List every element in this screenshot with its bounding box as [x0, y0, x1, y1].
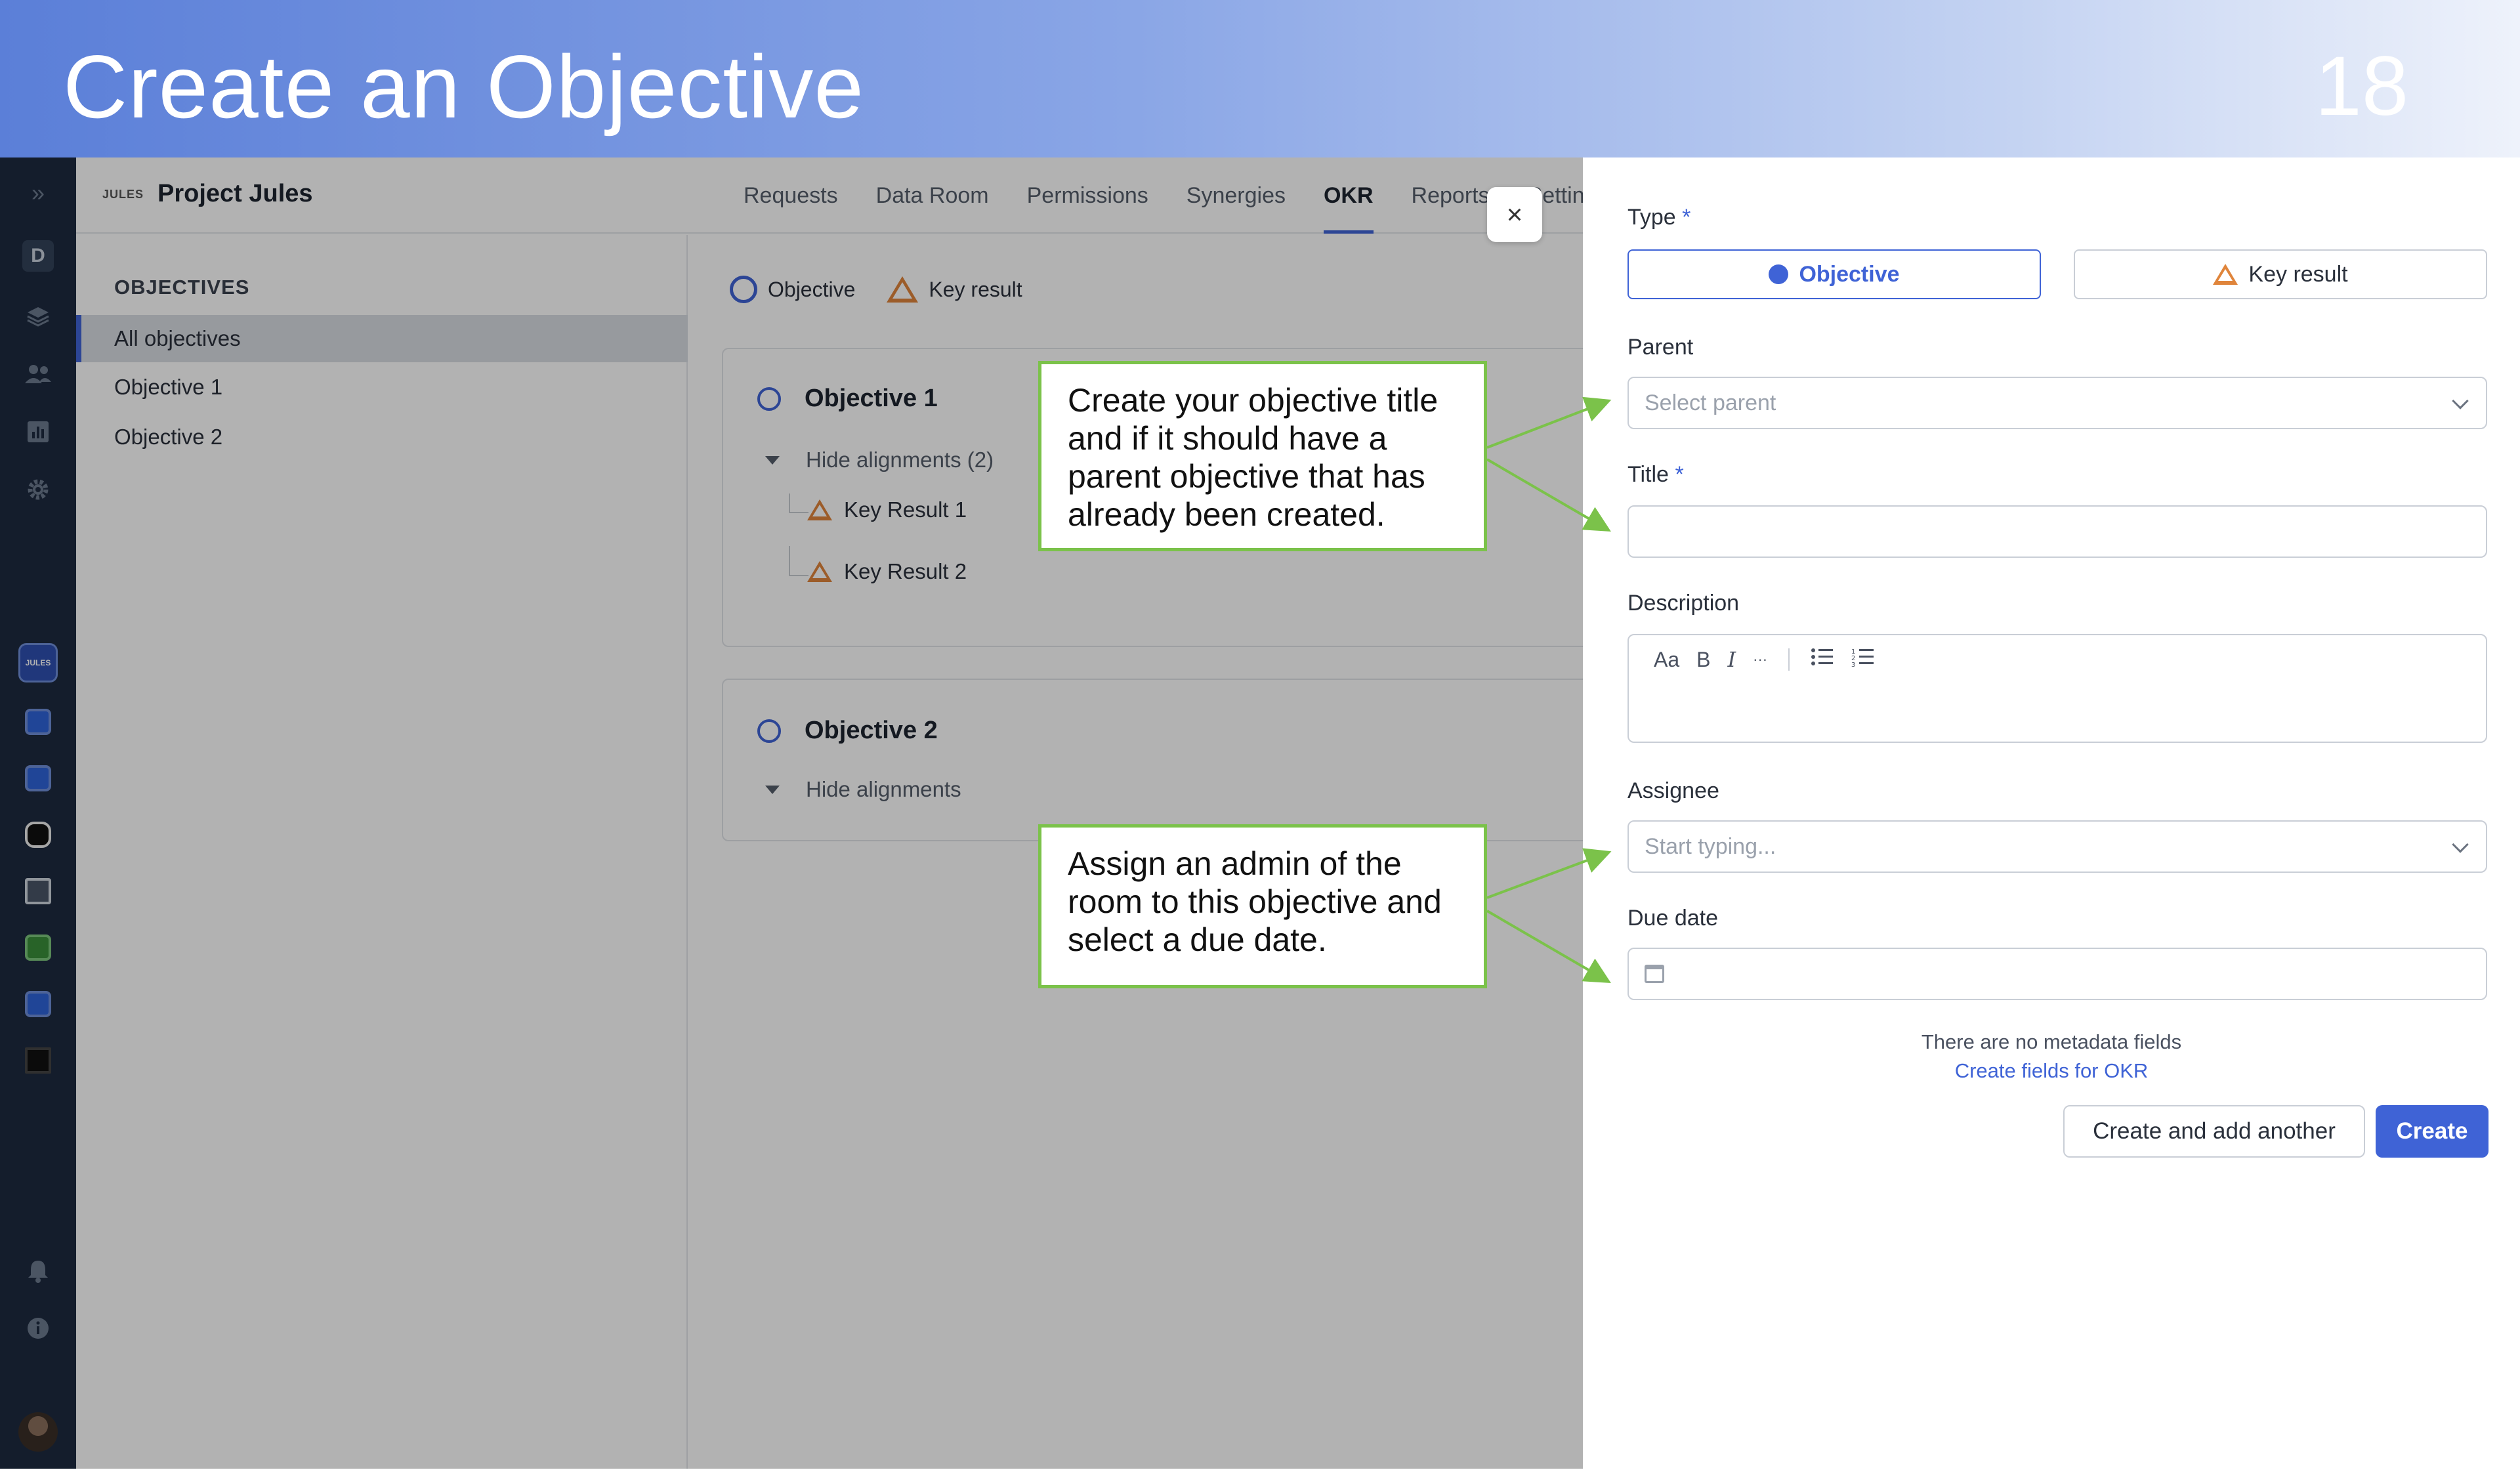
- chevron-down-icon: [2452, 392, 2469, 410]
- slide-number: 18: [2315, 39, 2408, 133]
- assignee-select[interactable]: Start typing...: [1628, 820, 2487, 873]
- title-input[interactable]: [1628, 505, 2487, 558]
- calendar-icon: [1645, 965, 1664, 983]
- close-icon: ×: [1506, 199, 1523, 230]
- editor-toolbar: Aa B I ··· 123: [1654, 647, 1875, 672]
- type-objective-button[interactable]: Objective: [1628, 249, 2041, 299]
- due-date-label: Due date: [1628, 906, 1718, 931]
- modal-backdrop[interactable]: [0, 158, 1583, 1469]
- type-label: Type *: [1628, 205, 1691, 230]
- parent-label: Parent: [1628, 335, 1694, 360]
- create-and-add-another-button[interactable]: Create and add another: [2063, 1105, 2365, 1158]
- close-drawer-button[interactable]: ×: [1487, 187, 1542, 242]
- key-result-triangle-icon: [2213, 264, 2238, 285]
- parent-placeholder: Select parent: [1645, 390, 1776, 415]
- slide-header: Create an Objective 18: [0, 0, 2520, 158]
- slide-title: Create an Objective: [63, 37, 864, 136]
- type-key-result-label: Key result: [2248, 261, 2348, 287]
- chevron-down-icon: [2452, 836, 2469, 853]
- assignee-placeholder: Start typing...: [1645, 833, 1776, 859]
- bullet-list-icon[interactable]: [1811, 647, 1834, 672]
- description-editor[interactable]: Aa B I ··· 123: [1628, 634, 2487, 743]
- callout-assignee-due: Assign an admin of the room to this obje…: [1038, 824, 1487, 988]
- italic-icon[interactable]: I: [1727, 647, 1736, 672]
- type-key-result-button[interactable]: Key result: [2074, 249, 2487, 299]
- callout-title-parent: Create your objective title and if it sh…: [1038, 361, 1487, 551]
- metadata-note: There are no metadata fields: [1921, 1030, 2182, 1053]
- svg-text:3: 3: [1851, 662, 1855, 667]
- create-button[interactable]: Create: [2376, 1105, 2488, 1158]
- numbered-list-icon[interactable]: 123: [1851, 647, 1875, 672]
- bold-icon[interactable]: B: [1696, 648, 1710, 672]
- title-label: Title *: [1628, 462, 1684, 487]
- create-objective-drawer: Type * Objective Key result Parent Selec…: [1583, 158, 2520, 1467]
- text-style-icon[interactable]: Aa: [1654, 648, 1679, 672]
- due-date-input[interactable]: [1628, 948, 2487, 1000]
- type-objective-label: Objective: [1799, 261, 1900, 287]
- create-fields-link[interactable]: Create fields for OKR: [1583, 1059, 2520, 1083]
- toolbar-divider: [1788, 648, 1790, 671]
- assignee-label: Assignee: [1628, 778, 1719, 803]
- objective-dot-icon: [1769, 264, 1789, 284]
- description-label: Description: [1628, 591, 1740, 616]
- parent-select[interactable]: Select parent: [1628, 377, 2487, 429]
- more-options-icon[interactable]: ···: [1753, 651, 1767, 668]
